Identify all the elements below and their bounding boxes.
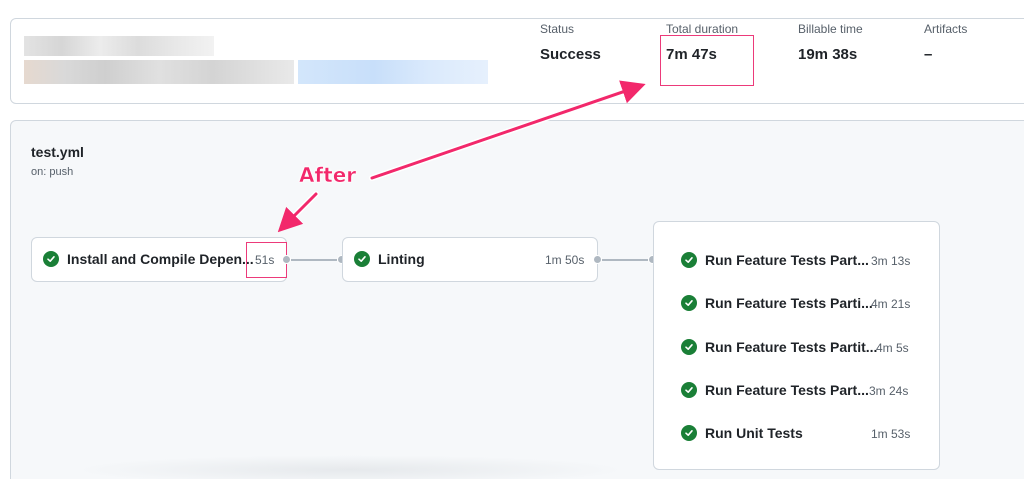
matrix-job-name: Run Feature Tests Partit... — [705, 339, 878, 355]
matrix-job-row[interactable]: Run Feature Tests Parti... — [681, 293, 873, 313]
status-value: Success — [540, 46, 601, 63]
connector-dot — [282, 255, 291, 264]
job-linting-name: Linting — [378, 251, 425, 267]
bottom-shadow — [70, 455, 630, 479]
check-circle-icon — [681, 425, 697, 441]
job-linting-row[interactable]: Linting — [354, 249, 425, 269]
job-time-highlight — [246, 242, 287, 278]
check-circle-icon — [681, 339, 697, 355]
connector-dot — [593, 255, 602, 264]
workflow-file-name[interactable]: test.yml — [31, 144, 84, 160]
status-label: Status — [540, 22, 575, 36]
check-circle-icon — [354, 251, 370, 267]
check-circle-icon — [681, 382, 697, 398]
workflow-trigger: on: push — [31, 166, 74, 178]
matrix-job-time: 3m 13s — [871, 254, 911, 268]
billable-time-stat: Billable time 19m 38s — [798, 22, 863, 63]
check-circle-icon — [681, 252, 697, 268]
annotation-label: After — [299, 163, 357, 188]
artifacts-stat: Artifacts – — [924, 22, 967, 63]
matrix-job-name: Run Feature Tests Parti... — [705, 295, 873, 311]
matrix-job-time: 1m 53s — [871, 427, 911, 441]
matrix-job-time: 3m 24s — [869, 384, 909, 398]
matrix-job-name: Run Feature Tests Part... — [705, 382, 869, 398]
total-duration-highlight — [660, 35, 754, 86]
check-circle-icon — [681, 295, 697, 311]
matrix-job-time: 4m 21s — [871, 297, 911, 311]
artifacts-label: Artifacts — [924, 22, 968, 36]
billable-time-value: 19m 38s — [798, 46, 858, 63]
job-linting-time: 1m 50s — [545, 253, 585, 267]
matrix-job-row[interactable]: Run Unit Tests — [681, 423, 803, 443]
matrix-job-row[interactable]: Run Feature Tests Part... — [681, 250, 869, 270]
connector-line — [602, 259, 648, 261]
job-install-row[interactable]: Install and Compile Depen... — [43, 249, 254, 269]
matrix-job-name: Run Feature Tests Part... — [705, 252, 869, 268]
billable-time-label: Billable time — [798, 22, 863, 36]
matrix-job-time: 4m 5s — [876, 341, 909, 355]
status-stat: Status Success — [540, 22, 601, 63]
matrix-job-row[interactable]: Run Feature Tests Part... — [681, 380, 869, 400]
job-install-name: Install and Compile Depen... — [67, 251, 254, 267]
artifacts-value: – — [924, 46, 933, 63]
connector-line — [291, 259, 337, 261]
matrix-job-row[interactable]: Run Feature Tests Partit... — [681, 337, 877, 357]
matrix-job-name: Run Unit Tests — [705, 425, 803, 441]
check-circle-icon — [43, 251, 59, 267]
